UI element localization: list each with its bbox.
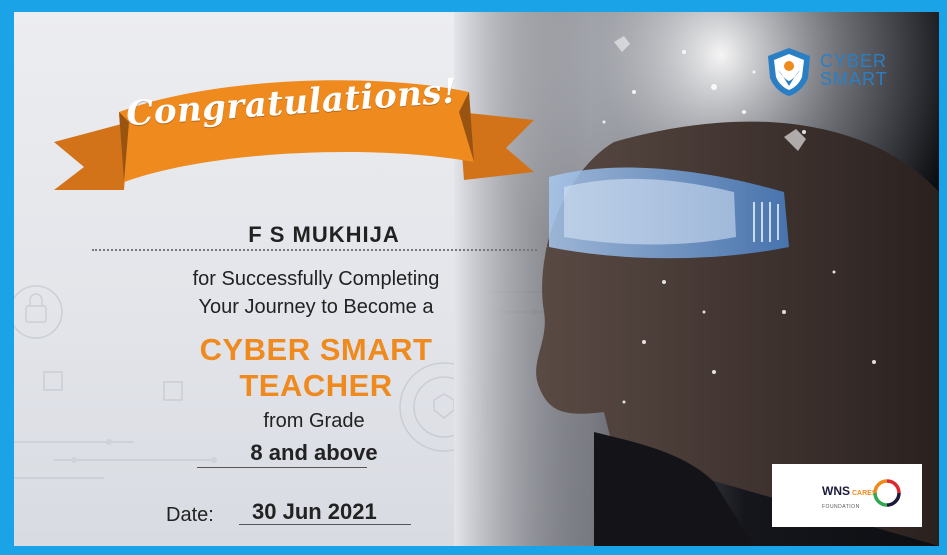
wns-cares-logo: WNS CARES FOUNDATION [772,464,922,527]
wns-name: WNS [822,484,850,498]
title-line-2: TEACHER [239,368,393,403]
certificate: Congratulations! F S MUKHIJA for Success… [14,12,939,546]
grade-label: from Grade [263,410,365,432]
cyber-smart-logo: CYBER SMART [766,46,916,106]
date-value: 30 Jun 2021 [252,499,377,524]
date-underline [239,524,411,525]
message-line-1: for Successfully Completing [192,268,440,290]
date-label: Date: [166,504,214,526]
recipient-name: F S MUKHIJA [248,222,400,247]
wns-ring-icon [873,479,901,507]
grade-underline [197,467,367,468]
wns-foundation-text: FOUNDATION [822,504,860,510]
logo-text-smart: SMART [820,69,888,89]
logo-text-cyber: CYBER [820,51,888,71]
title-line-1: CYBER SMART [199,332,433,367]
name-divider [92,249,537,251]
grade-value: 8 and above [250,440,378,465]
certificate-frame: Congratulations! F S MUKHIJA for Success… [0,0,947,555]
shield-person-icon [768,48,810,96]
message-line-2: Your Journey to Become a [198,296,434,318]
